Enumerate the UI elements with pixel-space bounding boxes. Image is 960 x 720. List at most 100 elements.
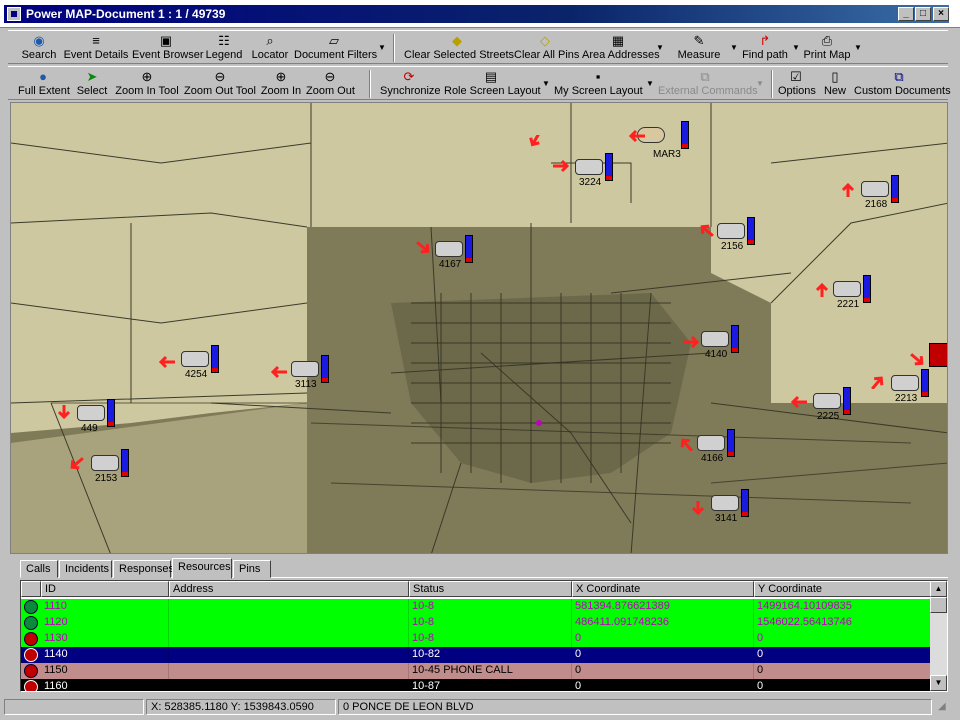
event-details-button[interactable]: ≡ Event Details xyxy=(62,32,130,63)
document-filters-button[interactable]: ▱ Document Filters xyxy=(294,32,377,63)
unavailable-status-icon xyxy=(24,648,38,662)
map-unit[interactable]: 4140 xyxy=(701,325,745,360)
my-screen-layout-dropdown-icon[interactable]: ▼ xyxy=(646,79,654,88)
table-row[interactable]: 1120 10-8 486411.091748236 1546022.56413… xyxy=(21,615,931,631)
map-unit[interactable]: 2225 xyxy=(813,387,857,422)
unit-status-bar xyxy=(727,429,735,457)
map-unit[interactable]: 3141 xyxy=(711,489,755,524)
map-unit[interactable]: 449 xyxy=(77,399,121,434)
map-unit[interactable]: 2213 xyxy=(891,369,935,404)
map-unit[interactable]: 4254 xyxy=(181,345,225,380)
map-canvas xyxy=(11,103,947,553)
table-row[interactable]: 1140 10-82 0 0 xyxy=(21,647,931,663)
column-header-status[interactable]: Status xyxy=(409,581,572,597)
heading-arrow-icon xyxy=(700,224,714,237)
external-commands-button[interactable]: ⧉ External Commands xyxy=(658,68,758,99)
tab-pins[interactable]: Pins xyxy=(233,560,271,578)
role-screen-layout-dropdown-icon[interactable]: ▼ xyxy=(542,79,550,88)
heading-arrow-icon xyxy=(910,353,924,366)
vehicle-icon xyxy=(833,281,861,297)
heading-arrow-icon xyxy=(158,355,175,369)
vertical-scrollbar[interactable]: ▲ ▼ xyxy=(930,581,947,691)
unit-status-bar xyxy=(843,387,851,415)
column-header-x-coordinate[interactable]: X Coordinate xyxy=(572,581,754,597)
zoom-out-button[interactable]: ⊖ Zoom Out xyxy=(306,68,355,99)
table-row[interactable]: 1160 10-87 0 0 xyxy=(21,679,931,691)
map-unit[interactable]: 3113 xyxy=(291,355,335,390)
resize-grip-icon[interactable]: ◢ xyxy=(938,701,952,715)
tab-resources[interactable]: Resources xyxy=(172,558,232,579)
fire-station-icon xyxy=(929,343,947,367)
map-unit[interactable]: 2221 xyxy=(833,275,877,310)
table-row[interactable]: 1150 10-45 PHONE CALL 0 0 xyxy=(21,663,931,679)
document-filters-dropdown-icon[interactable]: ▼ xyxy=(378,43,386,52)
select-button[interactable]: ➤ Select xyxy=(74,68,110,99)
tab-calls[interactable]: Calls xyxy=(20,560,58,578)
tab-responses[interactable]: Responses xyxy=(113,560,174,578)
external-commands-dropdown-icon[interactable]: ▼ xyxy=(756,79,764,88)
minimize-button[interactable]: _ xyxy=(898,7,914,21)
close-button[interactable]: × xyxy=(933,7,949,21)
map-view[interactable]: MAR3 3224 2168 2156 4167 2221 4140 4254 xyxy=(10,102,948,554)
table-row[interactable]: 1130 10-8 0 0 xyxy=(21,631,931,647)
heading-arrow-icon xyxy=(416,241,430,254)
scroll-thumb[interactable] xyxy=(930,597,947,613)
map-unit[interactable]: 2156 xyxy=(717,217,761,252)
map-unit[interactable]: 4166 xyxy=(697,429,741,464)
zoom-out-tool-button[interactable]: ⊖ Zoom Out Tool xyxy=(184,68,256,99)
column-header-y-coordinate[interactable]: Y Coordinate xyxy=(754,581,931,597)
map-toolbar: ● Full Extent ➤ Select ⊕ Zoom In Tool ⊖ Zoom… xyxy=(8,66,951,100)
unit-status-bar xyxy=(891,175,899,203)
zoom-in-button[interactable]: ⊕ Zoom In xyxy=(260,68,302,99)
measure-button[interactable]: ✎ Measure xyxy=(676,32,722,63)
table-row[interactable]: 1110 10-8 581394.876621389 1499164.10109… xyxy=(21,599,931,615)
map-unit[interactable]: 3224 xyxy=(575,153,619,188)
map-unit[interactable]: 2153 xyxy=(91,449,135,484)
main-toolbar: ◉ Search ≡ Event Details ▣ Event Browser ☷ L… xyxy=(8,30,948,64)
app-icon xyxy=(7,7,21,21)
resources-grid[interactable]: ID Address Status X Coordinate Y Coordin… xyxy=(20,580,948,692)
print-map-button[interactable]: ⎙ Print Map xyxy=(802,32,852,63)
column-header-id[interactable]: ID xyxy=(41,581,169,597)
title-bar: Power MAP-Document 1 : 1 / 49739 _ □ × xyxy=(0,0,960,28)
legend-button[interactable]: ☷ Legend xyxy=(204,32,244,63)
maximize-button[interactable]: □ xyxy=(915,7,931,21)
find-path-dropdown-icon[interactable]: ▼ xyxy=(792,43,800,52)
new-button[interactable]: ▯ New xyxy=(822,68,848,99)
print-map-dropdown-icon[interactable]: ▼ xyxy=(854,43,862,52)
clear-selected-streets-button[interactable]: ◆ Clear Selected Streets xyxy=(404,32,514,63)
zoom-out-icon: ⊖ xyxy=(324,69,336,84)
vehicle-icon xyxy=(697,435,725,451)
zoom-in-tool-button[interactable]: ⊕ Zoom In Tool xyxy=(114,68,180,99)
options-button[interactable]: ☑ Options xyxy=(778,68,816,99)
scroll-down-icon[interactable]: ▼ xyxy=(930,675,947,691)
clear-all-pins-button[interactable]: ◇ Clear All Pins xyxy=(514,32,579,63)
role-screen-layout-button[interactable]: ▤ Role Screen Layout xyxy=(444,68,541,99)
vehicle-icon xyxy=(813,393,841,409)
save-icon: ▪ xyxy=(595,69,601,84)
legend-icon: ☷ xyxy=(218,33,230,48)
find-path-button[interactable]: ↱ Find path xyxy=(740,32,790,63)
map-unit[interactable]: 4167 xyxy=(435,235,479,270)
vehicle-icon xyxy=(91,455,119,471)
event-browser-button[interactable]: ▣ Event Browser xyxy=(132,32,204,63)
area-addresses-button[interactable]: ▦ Area Addresses xyxy=(582,32,660,63)
heading-arrow-icon xyxy=(553,159,570,173)
locator-button[interactable]: ⌕ Locator xyxy=(248,32,292,63)
cursor-icon: ➤ xyxy=(86,69,98,84)
scroll-up-icon[interactable]: ▲ xyxy=(930,581,947,597)
search-button[interactable]: ◉ Search xyxy=(18,32,60,63)
column-header-address[interactable]: Address xyxy=(169,581,409,597)
vehicle-icon xyxy=(891,375,919,391)
layout-icon: ▤ xyxy=(484,69,498,84)
map-unit[interactable]: 2168 xyxy=(861,175,905,210)
custom-documents-button[interactable]: ⧉ Custom Documents xyxy=(854,68,951,99)
tab-incidents[interactable]: Incidents xyxy=(59,560,112,578)
area-addresses-dropdown-icon[interactable]: ▼ xyxy=(656,43,664,52)
my-screen-layout-button[interactable]: ▪ My Screen Layout xyxy=(554,68,643,99)
measure-dropdown-icon[interactable]: ▼ xyxy=(730,43,738,52)
synchronize-button[interactable]: ⟳ Synchronize xyxy=(380,68,441,99)
full-extent-button[interactable]: ● Full Extent xyxy=(18,68,70,99)
browser-icon: ▣ xyxy=(159,33,173,48)
heading-arrow-icon xyxy=(628,129,645,143)
